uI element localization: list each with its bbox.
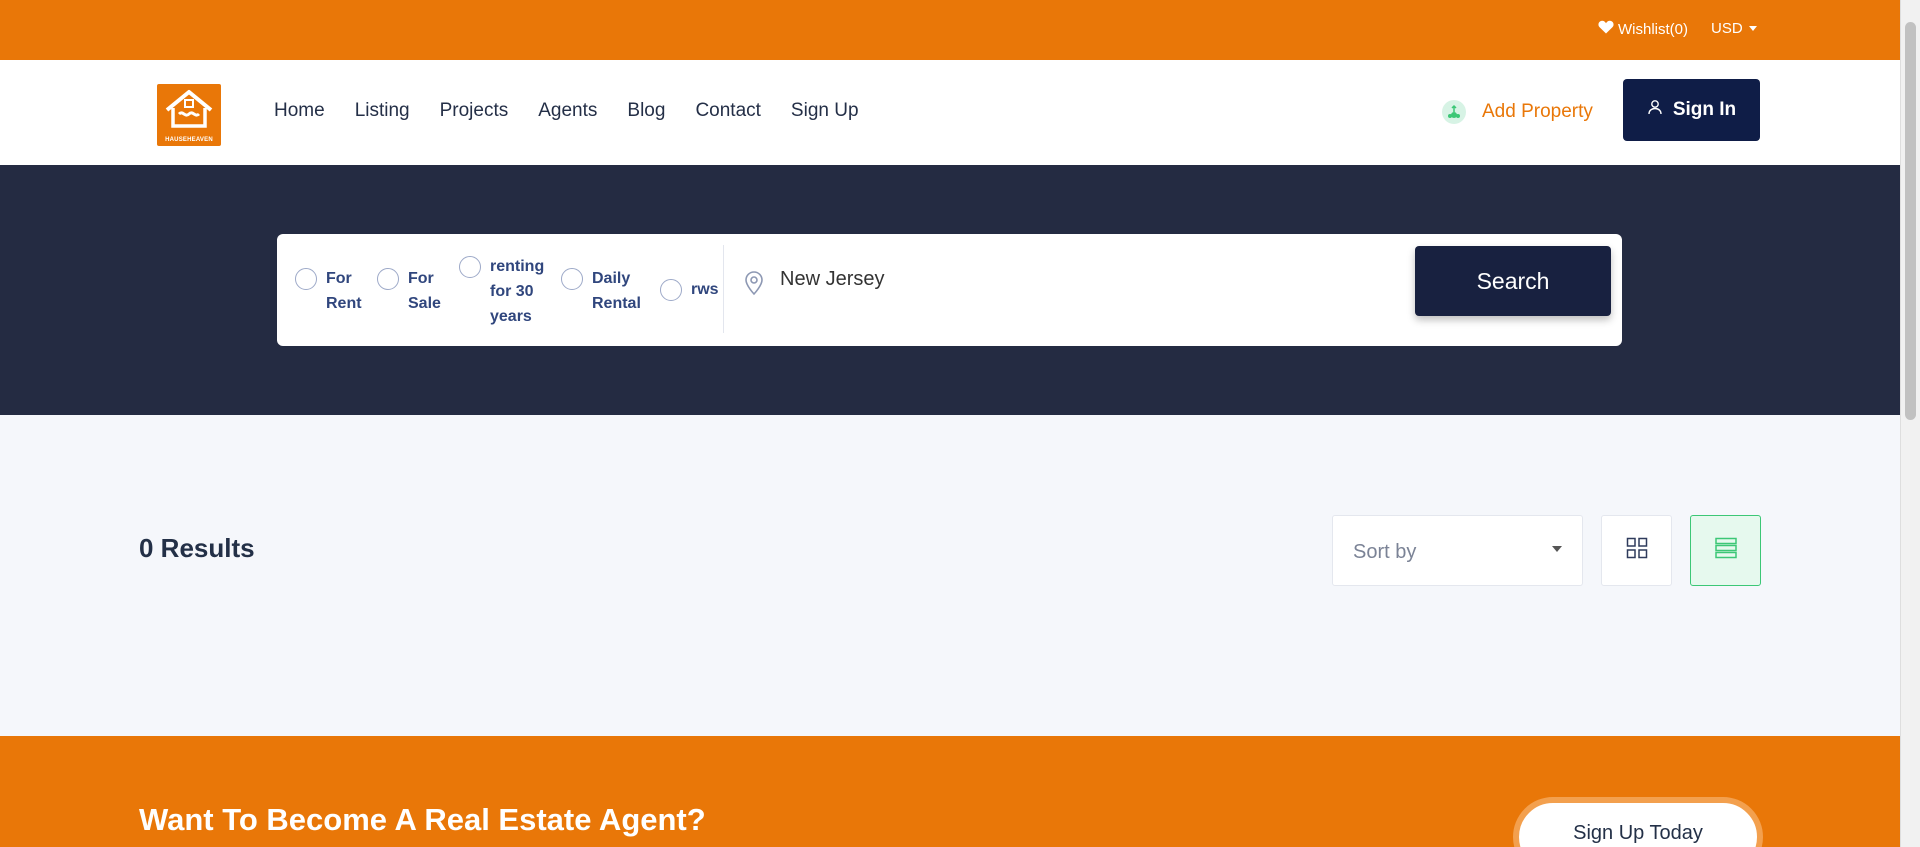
logo-text: HAUSEHEAVEN xyxy=(165,137,213,143)
top-bar: Wishlist(0) USD xyxy=(0,0,1900,60)
user-icon xyxy=(1647,99,1663,121)
radio-circle[interactable] xyxy=(295,268,317,290)
sort-by-placeholder: Sort by xyxy=(1353,541,1417,563)
location-input[interactable]: New Jersey xyxy=(780,268,884,291)
results-count: 0 Results xyxy=(139,533,255,563)
search-button[interactable]: Search xyxy=(1415,246,1611,316)
nav-projects[interactable]: Projects xyxy=(440,100,509,122)
scrollbar-thumb[interactable] xyxy=(1905,22,1916,420)
site-logo[interactable]: HAUSEHEAVEN xyxy=(157,84,221,146)
page: Wishlist(0) USD HAUSEHEAVEN Home Listing… xyxy=(0,0,1920,847)
add-property-label: Add Property xyxy=(1482,101,1593,122)
list-view-button[interactable] xyxy=(1690,515,1761,586)
radio-rws[interactable]: rws xyxy=(660,277,724,302)
currency-dropdown[interactable]: USD xyxy=(1711,20,1757,37)
heart-icon xyxy=(1598,20,1614,38)
sign-up-today-button[interactable]: Sign Up Today xyxy=(1513,797,1763,847)
list-icon xyxy=(1714,537,1737,564)
grid-icon xyxy=(1626,537,1648,564)
radio-label: For Rent xyxy=(326,270,362,312)
radio-for-rent[interactable]: For Rent xyxy=(295,266,373,316)
main-header: HAUSEHEAVEN Home Listing Projects Agents… xyxy=(0,60,1900,165)
wishlist-label: Wishlist(0) xyxy=(1618,20,1688,38)
hero-search-section: For Rent For Sale renting for 30 years D… xyxy=(0,165,1900,415)
currency-label: USD xyxy=(1711,20,1743,37)
radio-circle[interactable] xyxy=(561,268,583,290)
radio-circle[interactable] xyxy=(660,279,682,301)
radio-circle[interactable] xyxy=(377,268,399,290)
divider xyxy=(723,245,724,333)
radio-label: For Sale xyxy=(408,270,441,312)
nav-listing[interactable]: Listing xyxy=(355,100,410,122)
main-nav: Home Listing Projects Agents Blog Contac… xyxy=(274,100,859,122)
location-pin-icon xyxy=(743,270,765,301)
sign-in-label: Sign In xyxy=(1672,99,1737,120)
radio-label: Daily Rental xyxy=(592,270,641,312)
radio-label: rws xyxy=(691,281,719,298)
nav-home[interactable]: Home xyxy=(274,100,325,122)
caret-down-icon xyxy=(1748,26,1757,31)
nav-contact[interactable]: Contact xyxy=(695,100,760,122)
caret-down-icon xyxy=(1552,546,1562,552)
sort-by-select[interactable]: Sort by xyxy=(1332,515,1583,586)
add-property-icon xyxy=(1442,100,1466,124)
nav-agents[interactable]: Agents xyxy=(538,100,597,122)
agent-cta-title: Want To Become A Real Estate Agent? xyxy=(139,802,706,837)
vertical-scrollbar[interactable] xyxy=(1900,0,1920,847)
radio-renting-30-years[interactable]: renting for 30 years xyxy=(459,254,559,329)
radio-daily-rental[interactable]: Daily Rental xyxy=(561,266,661,316)
search-box: For Rent For Sale renting for 30 years D… xyxy=(277,234,1622,346)
radio-circle[interactable] xyxy=(459,256,481,278)
add-property-link[interactable]: Add Property xyxy=(1442,100,1593,124)
agent-cta-section: Want To Become A Real Estate Agent? Sign… xyxy=(0,736,1900,847)
radio-label: renting for 30 years xyxy=(490,258,545,325)
nav-blog[interactable]: Blog xyxy=(627,100,665,122)
wishlist-link[interactable]: Wishlist(0) xyxy=(1598,20,1688,38)
sign-in-button[interactable]: Sign In xyxy=(1623,79,1760,141)
radio-for-sale[interactable]: For Sale xyxy=(377,266,455,316)
grid-view-button[interactable] xyxy=(1601,515,1672,586)
house-logo-icon xyxy=(165,90,213,128)
nav-sign-up[interactable]: Sign Up xyxy=(791,100,859,122)
